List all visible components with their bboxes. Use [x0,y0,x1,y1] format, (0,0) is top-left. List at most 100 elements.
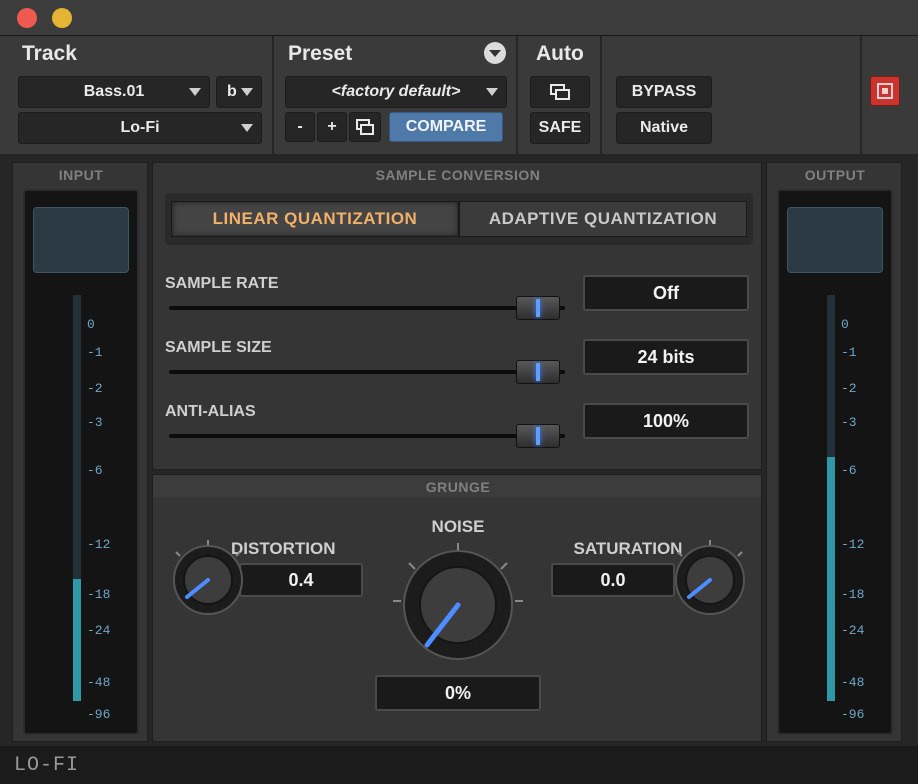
plugin-select[interactable]: Lo-Fi [18,112,262,144]
sample-rate-track [169,306,565,310]
sample-size-value: 24 bits [637,346,695,367]
track-select[interactable]: Bass.01 [18,76,210,108]
plugin-header: Track Preset Auto Bass.01 b Lo-Fi <facto… [0,36,918,154]
anti-alias-label: ANTI-ALIAS [165,403,256,420]
meter-tick: 0 [87,317,95,332]
meter-tick: -12 [841,537,865,552]
output-meter: 0 -1 -2 -3 -6 -12 -18 -24 -48 -96 [777,189,893,735]
minimize-window-button[interactable] [52,8,72,28]
output-meter-panel: OUTPUT 0 -1 -2 -3 -6 -12 -18 -24 -48 -96 [766,162,902,742]
distortion-knob[interactable] [165,537,251,623]
meter-tick: -48 [841,675,865,690]
anti-alias-slider[interactable] [159,421,575,451]
target-button[interactable] [870,76,900,106]
noise-value: 0% [444,682,471,703]
anti-alias-value: 100% [642,410,690,431]
output-title: OUTPUT [804,167,866,183]
sample-size-thumb[interactable] [516,360,561,384]
plugin-footer: LO-FI [0,746,918,784]
plugin-body: INPUT 0 -1 -2 -3 -6 -12 -18 -24 -48 -96 OUTPUT 0 -… [0,154,918,746]
bypass-label: BYPASS [631,83,697,100]
safe-label: SAFE [538,119,582,136]
meter-tick: 0 [841,317,849,332]
window-titlebar [0,0,918,36]
chevron-down-icon [486,88,498,96]
meter-tick: -6 [841,463,857,478]
chevron-down-icon [189,88,201,96]
adaptive-quantization-button[interactable]: ADAPTIVE QUANTIZATION [459,201,747,237]
plugin-name: Lo-Fi [120,119,160,136]
meter-tick: -12 [87,537,111,552]
quantization-mode-group: LINEAR QUANTIZATION ADAPTIVE QUANTIZATIO… [165,193,753,245]
divider [860,36,862,154]
sample-conversion-title: SAMPLE CONVERSION [375,167,541,183]
meter-tick: -24 [87,623,111,638]
preset-menu-button[interactable] [484,42,506,64]
anti-alias-thumb[interactable] [516,424,561,448]
chevron-down-icon [241,124,253,132]
plus-label: + [327,118,337,135]
divider [272,36,274,154]
input-meter-level [73,579,81,701]
meter-tick: -96 [87,707,111,722]
saturation-knob[interactable] [667,537,753,623]
sample-rate-slider[interactable] [159,293,575,323]
distortion-readout[interactable]: 0.4 [239,563,363,597]
saturation-readout[interactable]: 0.0 [551,563,675,597]
sample-rate-thumb[interactable] [516,296,561,320]
copy-icon [356,119,374,135]
meter-tick: -48 [87,675,111,690]
input-meter: 0 -1 -2 -3 -6 -12 -18 -24 -48 -96 [23,189,139,735]
meter-tick: -1 [841,345,857,360]
meter-tick: -3 [87,415,103,430]
anti-alias-track [169,434,565,438]
native-label: Native [639,119,689,136]
native-button[interactable]: Native [616,112,712,144]
distortion-value: 0.4 [288,569,314,590]
compare-label: COMPARE [405,118,487,135]
linear-quantization-label: LINEAR QUANTIZATION [212,209,418,228]
noise-readout[interactable]: 0% [375,675,541,711]
sample-conversion-panel: SAMPLE CONVERSION LINEAR QUANTIZATION AD… [152,162,762,470]
meter-tick: -6 [87,463,103,478]
automation-icon [550,84,570,100]
sample-rate-readout[interactable]: Off [583,275,749,311]
automation-button[interactable] [530,76,590,108]
track-name: Bass.01 [83,83,145,100]
channel-select[interactable]: b [216,76,262,108]
output-meter-track [827,295,835,701]
auto-label: Auto [536,42,584,65]
meter-tick: -96 [841,707,865,722]
meter-tick: -1 [87,345,103,360]
noise-label: NOISE [431,517,485,536]
meter-tick: -24 [841,623,865,638]
sample-size-readout[interactable]: 24 bits [583,339,749,375]
chevron-down-icon [489,50,501,57]
sample-rate-value: Off [653,282,679,303]
sample-size-slider[interactable] [159,357,575,387]
copy-settings-button[interactable] [349,112,381,142]
thumb-indicator [536,427,541,445]
compare-button[interactable]: COMPARE [389,112,503,142]
previous-preset-button[interactable]: - [285,112,315,142]
noise-knob[interactable] [389,541,527,671]
linear-quantization-button[interactable]: LINEAR QUANTIZATION [171,201,459,237]
input-title: INPUT [58,167,104,183]
preset-select[interactable]: <factory default> [285,76,507,108]
meter-tick: -18 [841,587,865,602]
grunge-panel: GRUNGE DISTORTION 0.4 NOISE 0% SATURATIO… [152,474,762,742]
meter-tick: -2 [87,381,103,396]
meter-tick: -18 [87,587,111,602]
sample-rate-label: SAMPLE RATE [165,275,279,292]
chevron-down-icon [241,88,253,96]
saturation-value: 0.0 [600,569,626,590]
safe-button[interactable]: SAFE [530,112,590,144]
minus-label: - [297,118,303,135]
grunge-title: GRUNGE [425,479,491,495]
close-window-button[interactable] [17,8,37,28]
next-preset-button[interactable]: + [317,112,347,142]
output-meter-level [827,457,835,701]
anti-alias-readout[interactable]: 100% [583,403,749,439]
bypass-button[interactable]: BYPASS [616,76,712,108]
preset-name: <factory default> [331,83,461,100]
